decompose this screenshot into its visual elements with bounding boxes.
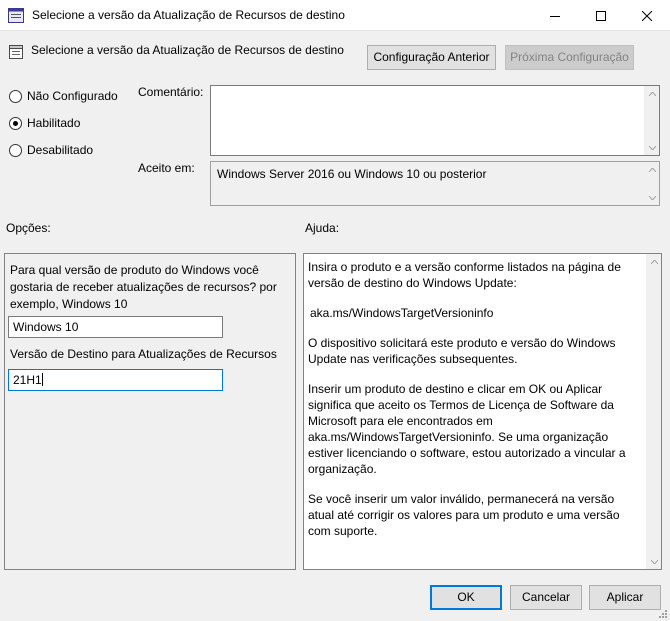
target-version-input[interactable]: 21H1 xyxy=(8,369,223,391)
scroll-up-icon[interactable] xyxy=(647,254,662,269)
comment-textarea[interactable] xyxy=(210,85,660,156)
radio-label: Não Configurado xyxy=(27,89,118,103)
window-title: Selecione a versão da Atualização de Rec… xyxy=(32,8,345,22)
setting-icon xyxy=(9,45,23,59)
help-label: Ajuda: xyxy=(305,221,340,235)
product-prompt: Para qual versão de produto do Windows v… xyxy=(10,263,277,311)
radio-indicator xyxy=(9,89,22,103)
product-input[interactable]: Windows 10 xyxy=(8,316,223,338)
options-panel: Para qual versão de produto do Windows v… xyxy=(4,253,296,570)
supported-value: Windows Server 2016 ou Windows 10 ou pos… xyxy=(217,167,487,181)
minimize-icon xyxy=(550,15,560,17)
help-paragraph: Inserir um produto de destino e clicar e… xyxy=(308,382,626,476)
radio-disabled[interactable]: Desabilitado xyxy=(9,143,93,157)
close-button[interactable] xyxy=(624,0,670,31)
help-paragraph: O dispositivo solicitará este produto e … xyxy=(308,336,616,366)
supported-textarea: Windows Server 2016 ou Windows 10 ou pos… xyxy=(210,161,660,206)
scroll-down-icon[interactable] xyxy=(645,140,660,155)
options-label: Opções: xyxy=(6,221,51,235)
help-paragraph: Insira o produto e a versão conforme lis… xyxy=(308,260,621,290)
target-version-label: Versão de Destino para Atualizações de R… xyxy=(10,347,277,361)
policy-app-icon xyxy=(8,8,24,23)
help-link: aka.ms/WindowsTargetVersioninfo xyxy=(310,306,494,320)
minimize-button[interactable] xyxy=(532,0,578,31)
help-paragraph: Se você inserir um valor inválido, perma… xyxy=(308,492,620,538)
help-scrollbar[interactable] xyxy=(646,254,661,569)
radio-indicator xyxy=(9,116,22,130)
radio-not-configured[interactable]: Não Configurado xyxy=(9,89,118,103)
radio-indicator xyxy=(9,143,22,157)
target-version-value: 21H1 xyxy=(13,373,42,387)
radio-label: Desabilitado xyxy=(27,143,94,157)
radio-enabled[interactable]: Habilitado xyxy=(9,116,80,130)
title-bar[interactable]: Selecione a versão da Atualização de Rec… xyxy=(0,0,670,31)
radio-label: Habilitado xyxy=(27,116,81,130)
previous-setting-button[interactable]: Configuração Anterior xyxy=(367,45,496,70)
help-panel: Insira o produto e a versão conforme lis… xyxy=(303,253,662,570)
ok-button[interactable]: OK xyxy=(430,585,502,610)
comment-scrollbar[interactable] xyxy=(644,86,659,155)
cancel-button[interactable]: Cancelar xyxy=(510,585,582,610)
supported-label: Aceito em: xyxy=(138,161,195,175)
scroll-down-icon[interactable] xyxy=(647,554,662,569)
comment-label: Comentário: xyxy=(138,85,204,99)
help-text: Insira o produto e a versão conforme lis… xyxy=(308,259,638,553)
text-caret xyxy=(41,373,43,386)
setting-title: Selecione a versão da Atualização de Rec… xyxy=(31,43,344,57)
maximize-button[interactable] xyxy=(578,0,624,31)
apply-button[interactable]: Aplicar xyxy=(589,585,661,610)
scroll-down-icon[interactable] xyxy=(645,190,660,205)
supported-scrollbar[interactable] xyxy=(644,162,659,205)
scroll-up-icon[interactable] xyxy=(645,86,660,101)
scroll-up-icon[interactable] xyxy=(645,162,660,177)
close-icon xyxy=(642,10,652,21)
maximize-icon xyxy=(596,10,606,21)
resize-grip-icon[interactable] xyxy=(656,607,668,619)
next-setting-button[interactable]: Próxima Configuração xyxy=(505,45,634,70)
